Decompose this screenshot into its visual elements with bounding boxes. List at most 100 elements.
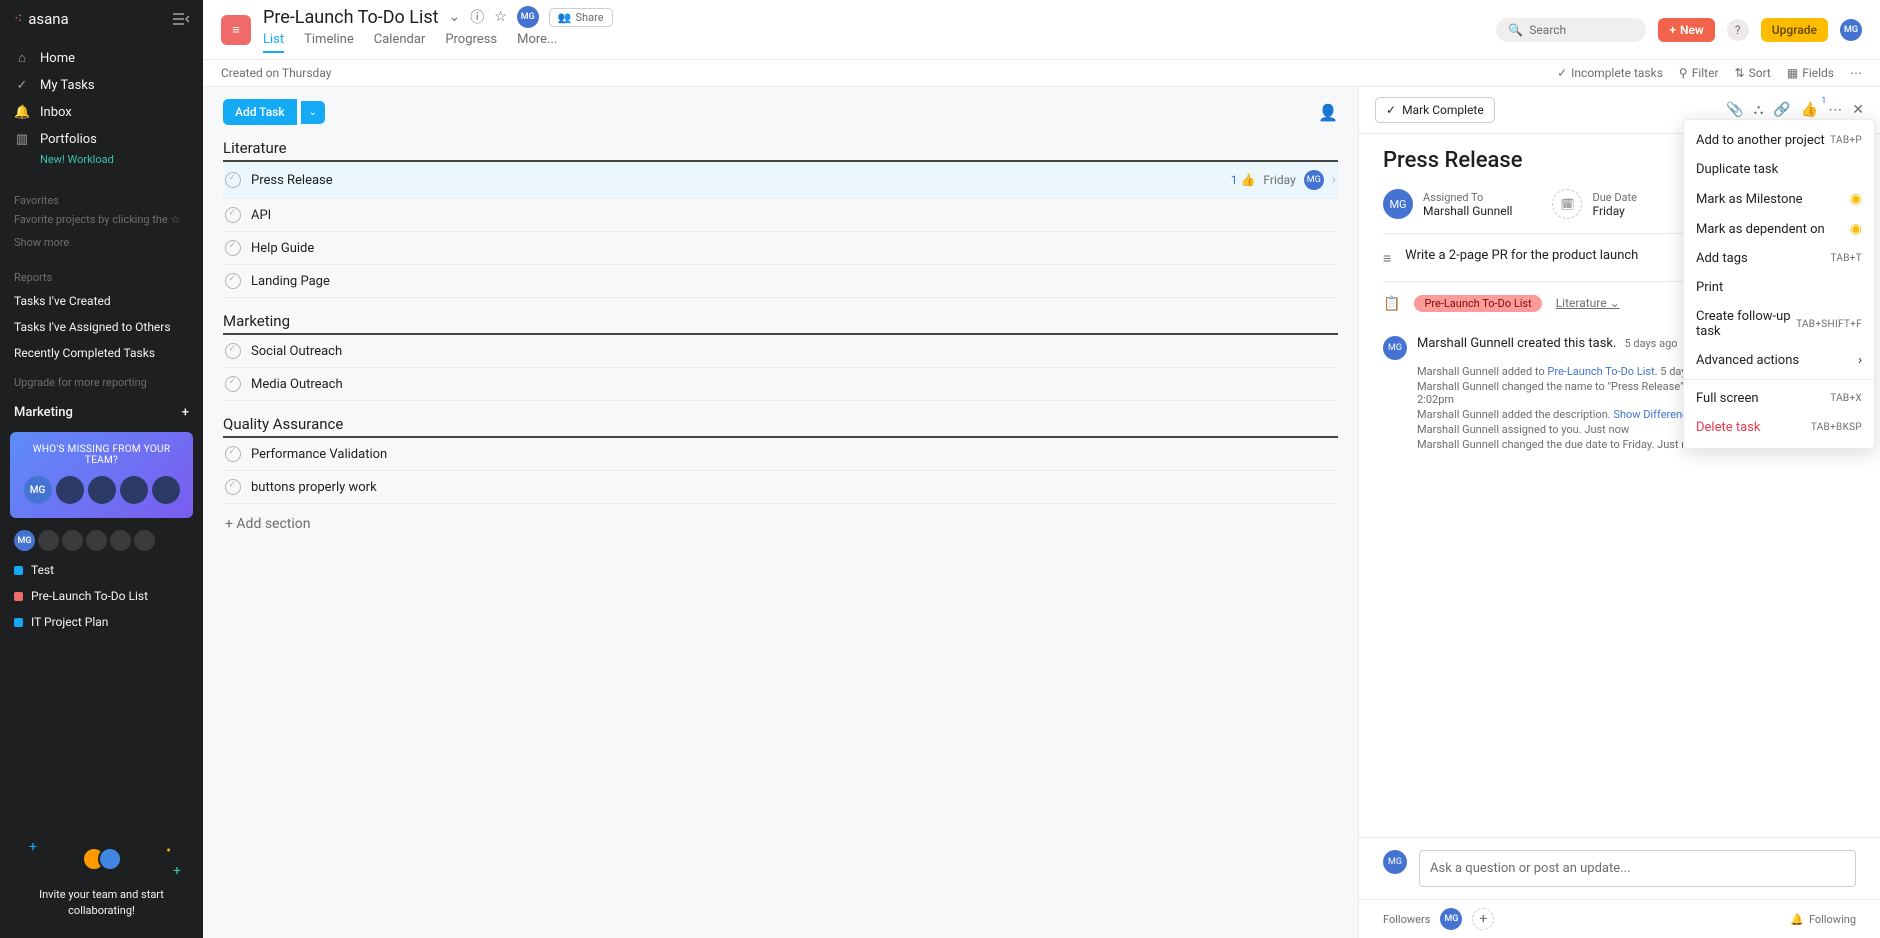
task-row[interactable]: Landing Page — [223, 265, 1338, 298]
like-button[interactable]: 👍1 — [1801, 102, 1818, 118]
subtask-icon[interactable]: ⛬ — [1754, 102, 1764, 118]
project-chip[interactable]: Pre-Launch To-Do List — [1414, 295, 1541, 312]
filter-button[interactable]: ⚲Filter — [1679, 66, 1719, 80]
complete-checkbox[interactable] — [225, 479, 241, 495]
project-title[interactable]: Pre-Launch To-Do List — [263, 7, 439, 28]
due-date-field[interactable]: 🗓 Due DateFriday — [1552, 189, 1636, 219]
help-button[interactable]: ? — [1727, 19, 1749, 41]
share-button[interactable]: 👥Share — [549, 8, 613, 27]
incomplete-tasks-filter[interactable]: ✓Incomplete tasks — [1557, 66, 1663, 80]
sidebar-project-item[interactable]: IT Project Plan — [0, 609, 203, 635]
member-avatar[interactable]: MG — [517, 6, 539, 28]
nav-home[interactable]: ⌂Home — [0, 44, 203, 72]
show-more[interactable]: Show more — [0, 228, 203, 257]
menu-item[interactable]: Create follow-up taskTAB+SHIFT+F — [1684, 302, 1874, 346]
nav-mytasks[interactable]: ✓My Tasks — [0, 72, 203, 99]
logo[interactable]: ⁖ asana — [14, 10, 69, 28]
report-item[interactable]: Tasks I've Assigned to Others — [0, 314, 203, 340]
comment-input[interactable]: Ask a question or post an update... — [1419, 850, 1856, 887]
chevron-down-icon[interactable]: ⌄ — [449, 9, 461, 25]
menu-item[interactable]: Delete taskTAB+BKSP — [1684, 413, 1874, 442]
project-color-icon[interactable]: ≡ — [221, 15, 251, 45]
section-selector[interactable]: Literature ⌄ — [1556, 296, 1620, 310]
section-title[interactable]: Marketing — [223, 312, 1338, 335]
upgrade-button[interactable]: Upgrade — [1761, 18, 1828, 42]
follower-avatar[interactable]: MG — [1440, 908, 1462, 930]
fields-button[interactable]: ▦Fields — [1787, 66, 1834, 80]
task-name: Help Guide — [251, 241, 314, 256]
avatar-placeholder — [62, 530, 83, 551]
user-avatar[interactable]: MG — [1840, 19, 1862, 41]
complete-checkbox[interactable] — [225, 343, 241, 359]
activity-link[interactable]: Pre-Launch To-Do List. — [1547, 365, 1657, 378]
activity-link[interactable]: Show Difference — [1613, 408, 1693, 421]
invite-box[interactable]: + • + Invite your team and start collabo… — [0, 819, 203, 938]
invite-illustration: + • + — [14, 839, 189, 879]
section-title[interactable]: Quality Assurance — [223, 415, 1338, 438]
assignee-filter-icon[interactable]: 👤 — [1318, 103, 1338, 122]
report-item[interactable]: Tasks I've Created — [0, 288, 203, 314]
section-title[interactable]: Literature — [223, 139, 1338, 162]
add-follower-button[interactable]: + — [1472, 908, 1494, 930]
more-icon[interactable]: ⋯ — [1850, 66, 1862, 80]
menu-item[interactable]: Print — [1684, 273, 1874, 302]
complete-checkbox[interactable] — [225, 240, 241, 256]
tab-list[interactable]: List — [263, 28, 284, 53]
tab-progress[interactable]: Progress — [445, 28, 497, 53]
collapse-sidebar-icon[interactable] — [173, 13, 189, 25]
complete-checkbox[interactable] — [225, 273, 241, 289]
menu-item[interactable]: Add to another projectTAB+P — [1684, 126, 1874, 155]
search-input[interactable]: 🔍Search — [1496, 18, 1646, 42]
following-toggle[interactable]: 🔔Following — [1790, 913, 1856, 926]
complete-checkbox[interactable] — [225, 207, 241, 223]
sidebar-project-item[interactable]: Pre-Launch To-Do List — [0, 583, 203, 609]
tab-more[interactable]: More... — [517, 28, 557, 53]
info-icon[interactable]: ⓘ — [470, 7, 484, 27]
premium-badge-icon: ◉ — [1850, 191, 1862, 207]
team-card[interactable]: WHO'S MISSING FROM YOUR TEAM? MG — [10, 432, 193, 518]
plus-icon[interactable]: + — [182, 405, 189, 420]
menu-item[interactable]: Mark as dependent on◉ — [1684, 214, 1874, 244]
task-row[interactable]: Press Release1 👍FridayMG› — [223, 162, 1338, 199]
close-icon[interactable]: ✕ — [1852, 102, 1864, 118]
menu-item[interactable]: Advanced actions› — [1684, 346, 1874, 375]
complete-checkbox[interactable] — [225, 376, 241, 392]
task-row[interactable]: Help Guide — [223, 232, 1338, 265]
menu-item[interactable]: Mark as Milestone◉ — [1684, 184, 1874, 214]
add-section-button[interactable]: + Add section — [223, 504, 1338, 544]
star-icon[interactable]: ☆ — [494, 9, 507, 25]
new-button[interactable]: + New — [1658, 18, 1714, 42]
link-icon[interactable]: 🔗 — [1773, 102, 1790, 118]
add-task-button[interactable]: Add Task — [223, 99, 297, 125]
menu-item[interactable]: Full screenTAB+X — [1684, 384, 1874, 413]
task-row[interactable]: Media Outreach — [223, 368, 1338, 401]
complete-checkbox[interactable] — [225, 446, 241, 462]
task-row[interactable]: Performance Validation — [223, 438, 1338, 471]
nav-label: Home — [40, 51, 75, 66]
mark-complete-button[interactable]: ✓Mark Complete — [1375, 97, 1495, 123]
nav-portfolios[interactable]: ▥Portfolios — [0, 126, 203, 153]
report-item[interactable]: Recently Completed Tasks — [0, 340, 203, 366]
complete-checkbox[interactable] — [225, 172, 241, 188]
sidebar-project-item[interactable]: Test — [0, 557, 203, 583]
tab-timeline[interactable]: Timeline — [304, 28, 354, 53]
filter-icon: ⚲ — [1679, 66, 1688, 80]
assignee-field[interactable]: MG Assigned ToMarshall Gunnell — [1383, 189, 1512, 219]
avatar[interactable]: MG — [14, 530, 35, 551]
tab-calendar[interactable]: Calendar — [374, 28, 426, 53]
team-header[interactable]: Marketing+ — [0, 391, 203, 426]
attachment-icon[interactable]: 📎 — [1726, 102, 1743, 118]
task-name: API — [251, 208, 271, 223]
task-row[interactable]: Social Outreach — [223, 335, 1338, 368]
menu-item[interactable]: Add tagsTAB+T — [1684, 244, 1874, 273]
task-name: Media Outreach — [251, 377, 343, 392]
add-task-dropdown[interactable]: ⌄ — [301, 101, 325, 124]
more-actions-icon[interactable]: ⋯ — [1828, 102, 1842, 118]
nav-inbox[interactable]: 🔔Inbox — [0, 99, 203, 126]
nav-workload-badge[interactable]: New! Workload — [0, 153, 203, 174]
task-row[interactable]: API — [223, 199, 1338, 232]
menu-item[interactable]: Duplicate task — [1684, 155, 1874, 184]
task-row[interactable]: buttons properly work — [223, 471, 1338, 504]
sort-button[interactable]: ⇅Sort — [1735, 66, 1771, 80]
upgrade-reporting[interactable]: Upgrade for more reporting — [0, 374, 203, 391]
